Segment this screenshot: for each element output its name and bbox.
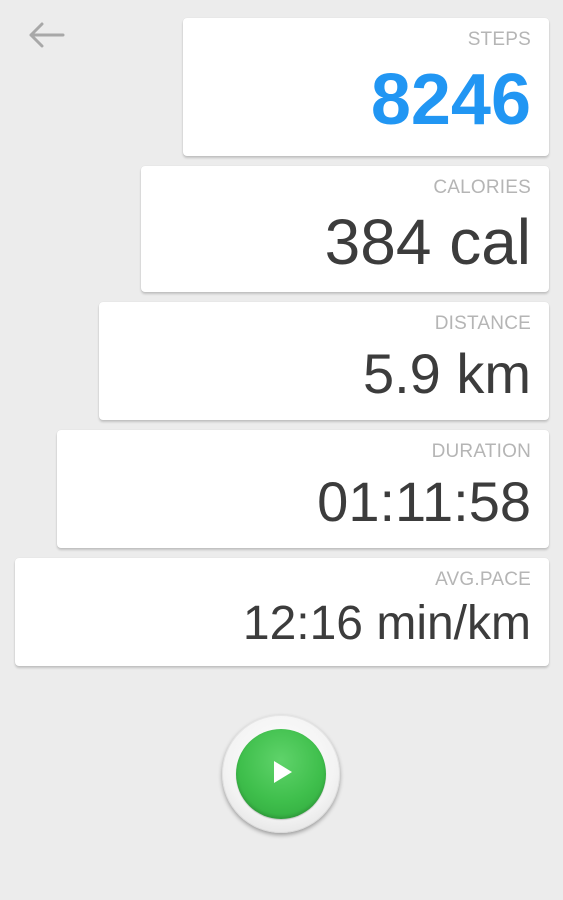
calories-value: 384 cal [324,206,531,278]
avg-pace-label: AVG.PACE [435,569,531,590]
play-button-face [236,729,326,819]
back-button[interactable] [26,20,68,54]
calories-card: CALORIES 384 cal [141,166,549,292]
steps-card: STEPS 8246 [183,18,549,156]
duration-card: DURATION 01:11:58 [57,430,549,548]
steps-value: 8246 [370,60,531,140]
duration-value: 01:11:58 [317,470,531,533]
distance-label: DISTANCE [434,313,531,334]
avg-pace-value: 12:16 min/km [242,597,531,650]
duration-label: DURATION [431,441,531,462]
avg-pace-card: AVG.PACE 12:16 min/km [15,558,549,666]
play-button[interactable] [222,715,340,833]
distance-value: 5.9 km [362,342,531,405]
steps-label: STEPS [467,29,531,50]
arrow-left-icon [27,20,67,55]
play-icon [264,755,298,794]
calories-label: CALORIES [433,177,531,198]
distance-card: DISTANCE 5.9 km [99,302,549,420]
